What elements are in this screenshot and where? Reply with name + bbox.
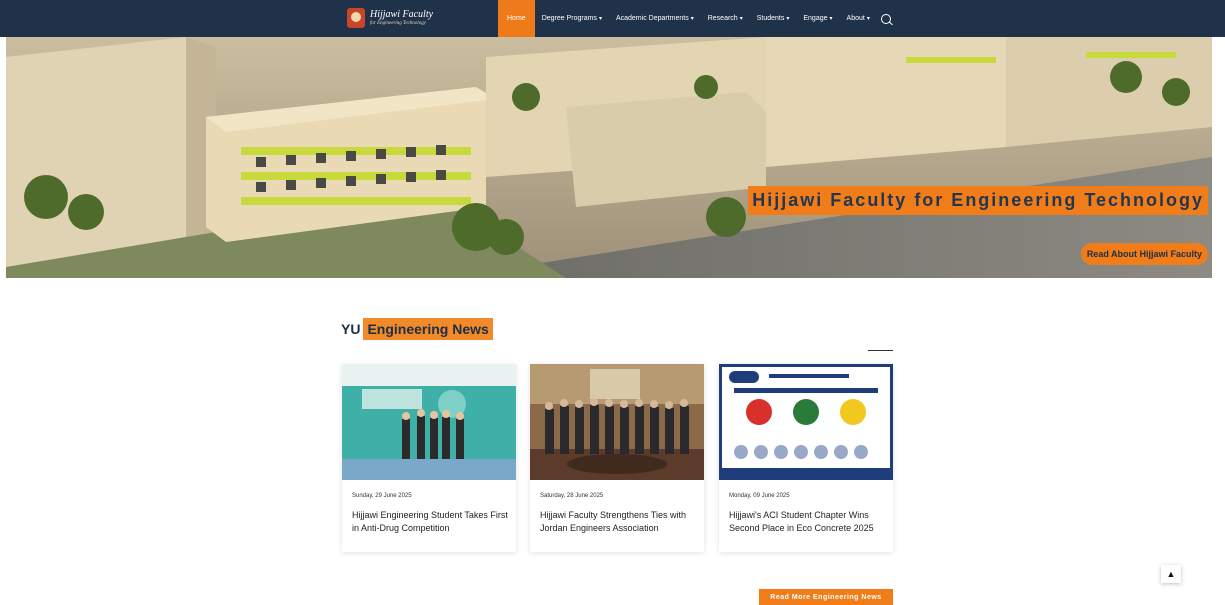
news-prefix: YU [341, 321, 361, 337]
chevron-down-icon: ▾ [786, 16, 790, 22]
news-card[interactable]: Sunday, 29 June 2025 Hijjawi Engineering… [342, 364, 516, 552]
news-headline[interactable]: Hijjawi Faculty Strengthens Ties with Jo… [540, 509, 700, 535]
top-navbar: Hijjawi Faculty for Engineering Technolo… [0, 0, 1225, 37]
news-date: Monday, 09 June 2025 [729, 493, 790, 499]
chevron-up-icon: ▲ [1166, 569, 1176, 579]
logo-subtitle: for Engineering Technology [370, 21, 426, 26]
nav-item-engage[interactable]: Engage ▾ [796, 0, 839, 37]
search-icon[interactable] [880, 13, 891, 24]
chevron-down-icon: ▾ [598, 16, 602, 22]
news-title: Engineering News [363, 318, 493, 340]
chevron-down-icon: ▾ [866, 16, 870, 22]
news-image-anti-drug[interactable] [342, 364, 516, 480]
faculty-logo[interactable]: Hijjawi Faculty for Engineering Technolo… [347, 8, 433, 28]
scroll-to-top-button[interactable]: ▲ [1161, 565, 1181, 583]
news-card[interactable]: Saturday, 28 June 2025 Hijjawi Faculty S… [530, 364, 704, 552]
hero-banner: Hijjawi Faculty for Engineering Technolo… [6, 37, 1212, 278]
news-image-eco-concrete[interactable] [719, 364, 893, 480]
nav-item-about[interactable]: About ▾ [840, 0, 877, 37]
news-card[interactable]: Monday, 09 June 2025 Hijjawi's ACI Stude… [719, 364, 893, 552]
hero-title: Hijjawi Faculty for Engineering Technolo… [748, 186, 1208, 215]
read-more-news-button[interactable]: Read More Engineering News [759, 589, 893, 605]
logo-emblem-icon [347, 8, 365, 28]
chevron-down-icon: ▾ [829, 16, 833, 22]
news-date: Saturday, 28 June 2025 [540, 493, 604, 499]
news-headline[interactable]: Hijjawi Engineering Student Takes First … [352, 509, 512, 535]
news-section-title: YU Engineering News [341, 318, 493, 340]
read-about-button[interactable]: Read About Hijjawi Faculty [1080, 243, 1208, 265]
main-nav: Home Degree Programs ▾ Academic Departmen… [498, 0, 891, 37]
section-divider [868, 350, 893, 351]
nav-item-home[interactable]: Home [498, 0, 535, 37]
nav-item-research[interactable]: Research ▾ [701, 0, 750, 37]
hero-campus-image [6, 37, 1212, 278]
news-date: Sunday, 29 June 2025 [352, 493, 412, 499]
nav-item-degree-programs[interactable]: Degree Programs ▾ [535, 0, 609, 37]
logo-title: Hijjawi Faculty [370, 9, 434, 20]
news-headline[interactable]: Hijjawi's ACI Student Chapter Wins Secon… [729, 509, 889, 535]
nav-item-academic-departments[interactable]: Academic Departments ▾ [609, 0, 701, 37]
nav-item-students[interactable]: Students ▾ [750, 0, 797, 37]
news-image-engineers-association[interactable] [530, 364, 704, 480]
chevron-down-icon: ▾ [739, 16, 743, 22]
chevron-down-icon: ▾ [690, 16, 694, 22]
